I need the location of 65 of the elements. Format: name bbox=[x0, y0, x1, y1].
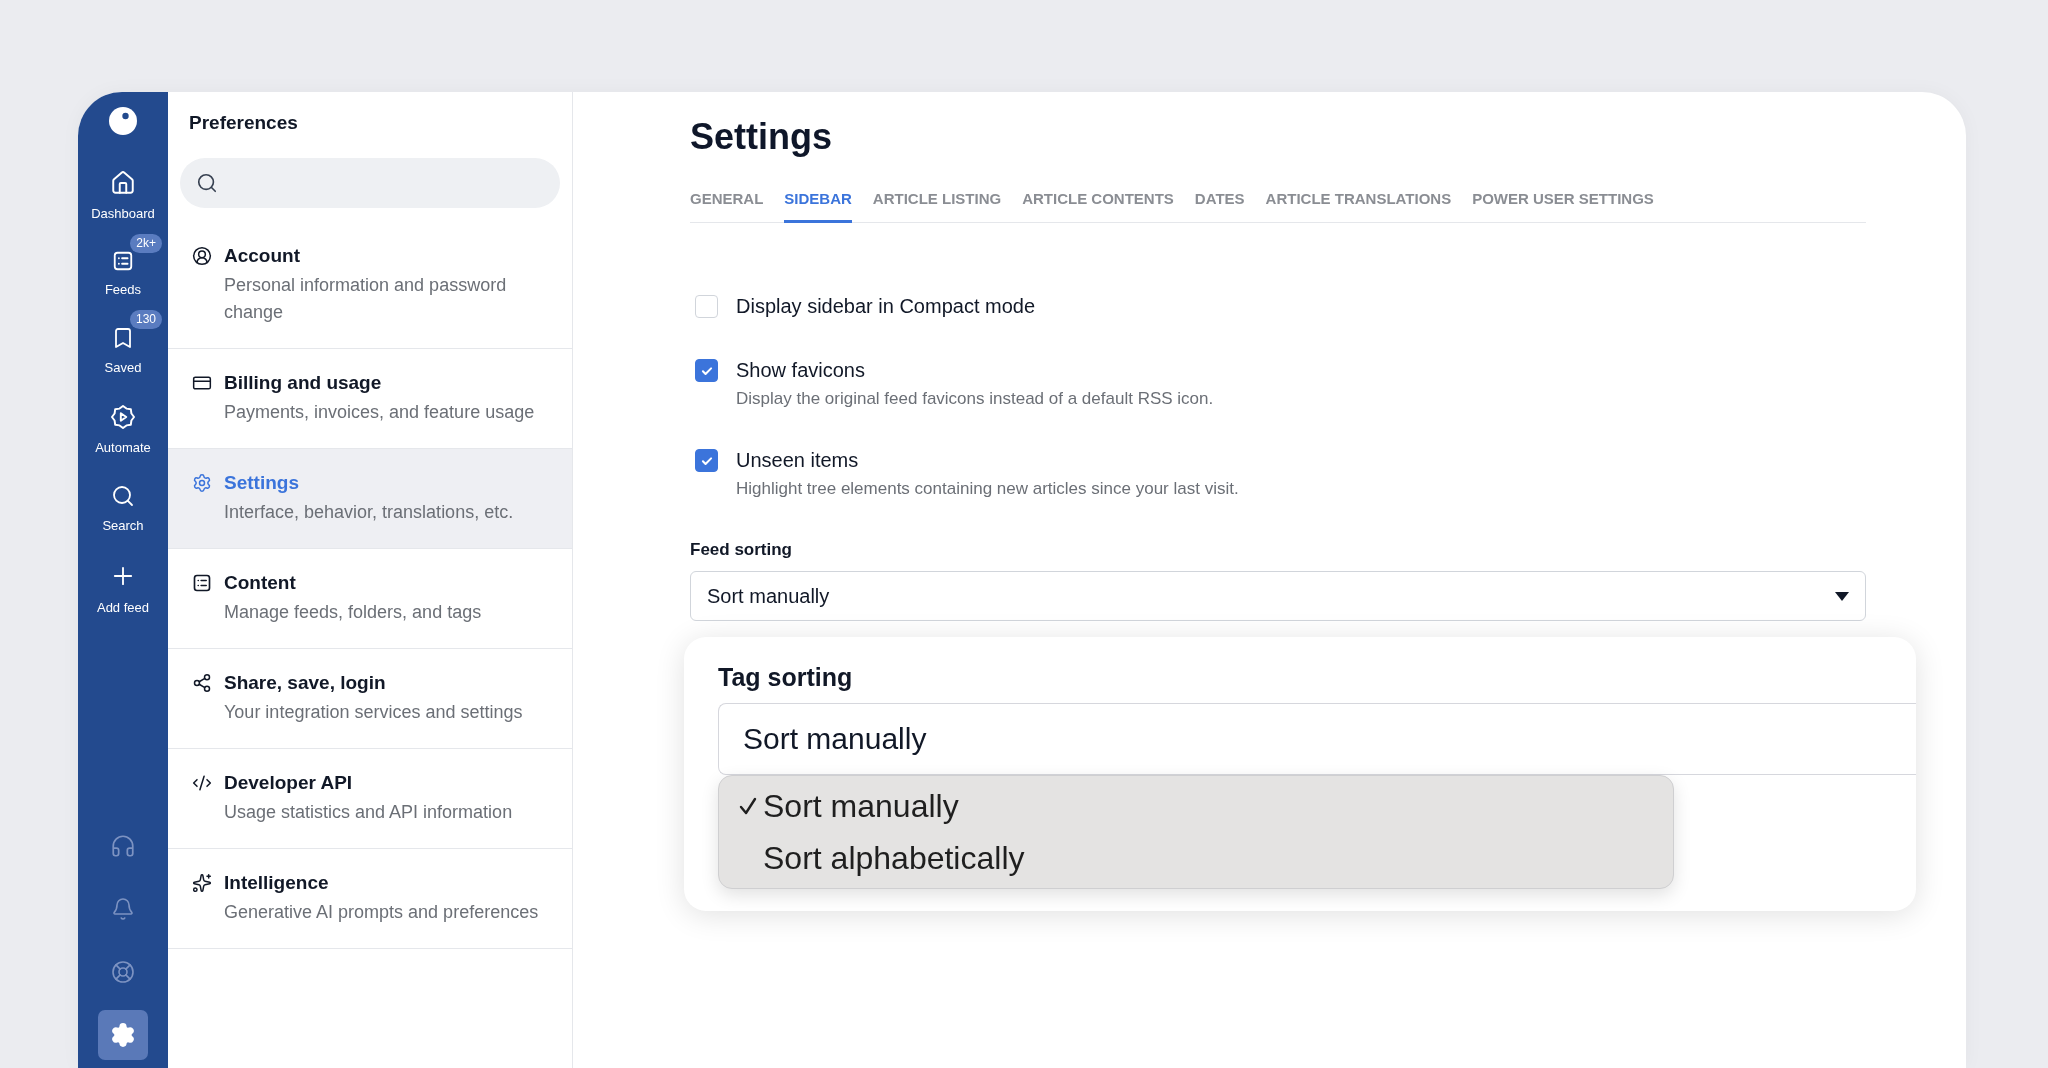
card-icon bbox=[192, 373, 212, 393]
settings-icon bbox=[110, 1022, 136, 1048]
item-title: Settings bbox=[224, 471, 300, 495]
nav-item[interactable]: Search bbox=[81, 466, 165, 535]
home-icon bbox=[110, 170, 136, 196]
item-description: Payments, invoices, and feature usage bbox=[224, 401, 535, 424]
play-badge-icon bbox=[110, 404, 136, 430]
tab[interactable]: SIDEBAR bbox=[784, 180, 852, 223]
checkbox-label: Unseen items bbox=[736, 448, 860, 473]
checkbox-label: Show favicons bbox=[736, 358, 866, 383]
dropdown-option[interactable]: Sort manually bbox=[737, 786, 1673, 826]
bell-icon bbox=[111, 897, 135, 921]
count-badge: 130 bbox=[129, 310, 162, 329]
item-title: Account bbox=[224, 244, 301, 268]
item-description: Personal information and password change bbox=[224, 274, 508, 324]
preferences-menu-item[interactable]: Intelligence Generative AI prompts and preferences bbox=[168, 849, 572, 949]
toolbar-button[interactable] bbox=[98, 1010, 148, 1060]
item-description: Usage statistics and API information bbox=[224, 801, 513, 824]
item-title: Billing and usage bbox=[224, 371, 383, 395]
preferences-menu-item[interactable]: Account Personal information and password change bbox=[168, 222, 572, 349]
checkbox-label: Display sidebar in Compact mode bbox=[736, 294, 1036, 319]
checkbox[interactable] bbox=[695, 449, 718, 472]
option-description: Highlight tree elements containing new articles since your last visit. bbox=[736, 479, 1239, 499]
search-icon bbox=[111, 484, 135, 508]
code-icon bbox=[192, 773, 212, 793]
dropdown-option[interactable]: Sort alphabetically bbox=[737, 838, 1673, 878]
select-value: Sort manually bbox=[707, 584, 830, 608]
item-description: Generative AI prompts and preferences bbox=[224, 901, 539, 924]
share-icon bbox=[192, 673, 212, 693]
item-title: Developer API bbox=[224, 771, 354, 795]
item-title: Content bbox=[224, 571, 297, 595]
option-description: Display the original feed favicons instead of a default RSS icon. bbox=[736, 389, 1214, 409]
item-description: Manage feeds, folders, and tags bbox=[224, 601, 482, 624]
field-label: Tag sorting bbox=[718, 662, 853, 693]
nav-item[interactable]: Automate bbox=[81, 386, 165, 457]
nav-item[interactable]: 130 Saved bbox=[81, 308, 165, 377]
field-label: Feed sorting bbox=[690, 539, 792, 561]
tag-sorting-select[interactable]: Sort manually bbox=[718, 703, 1916, 775]
item-title: Intelligence bbox=[224, 871, 330, 895]
sparkles-icon bbox=[192, 873, 212, 893]
list-icon bbox=[192, 573, 212, 593]
count-badge: 2k+ bbox=[130, 234, 162, 253]
feed-sorting-select[interactable]: Sort manually bbox=[690, 571, 1866, 621]
search-field[interactable] bbox=[180, 158, 560, 208]
item-title: Share, save, login bbox=[224, 671, 387, 695]
page-title: Settings bbox=[690, 115, 833, 159]
logo-icon bbox=[108, 106, 138, 136]
nav-item[interactable]: 2k+ Feeds bbox=[81, 232, 165, 299]
caret-icon bbox=[1835, 591, 1849, 601]
preferences-menu-item[interactable]: Developer API Usage statistics and API information bbox=[168, 749, 572, 849]
user-circle-icon bbox=[192, 246, 212, 266]
nav-item[interactable]: Dashboard bbox=[81, 152, 165, 223]
lifebuoy-icon bbox=[111, 960, 135, 984]
preferences-menu-item[interactable]: Settings Interface, behavior, translations, etc. bbox=[168, 449, 572, 549]
checkbox[interactable] bbox=[695, 359, 718, 382]
item-description: Your integration services and settings bbox=[224, 701, 523, 724]
item-description: Interface, behavior, translations, etc. bbox=[224, 501, 514, 524]
panel-title: Preferences bbox=[188, 111, 299, 134]
settings-icon bbox=[192, 473, 212, 493]
nav-item[interactable]: Add feed bbox=[81, 544, 165, 617]
list-icon bbox=[112, 250, 134, 272]
preferences-menu-item[interactable]: Content Manage feeds, folders, and tags bbox=[168, 549, 572, 649]
headphones-icon bbox=[110, 833, 136, 859]
preferences-menu-item[interactable]: Share, save, login Your integration services and settings bbox=[168, 649, 572, 749]
search-icon bbox=[196, 172, 218, 194]
